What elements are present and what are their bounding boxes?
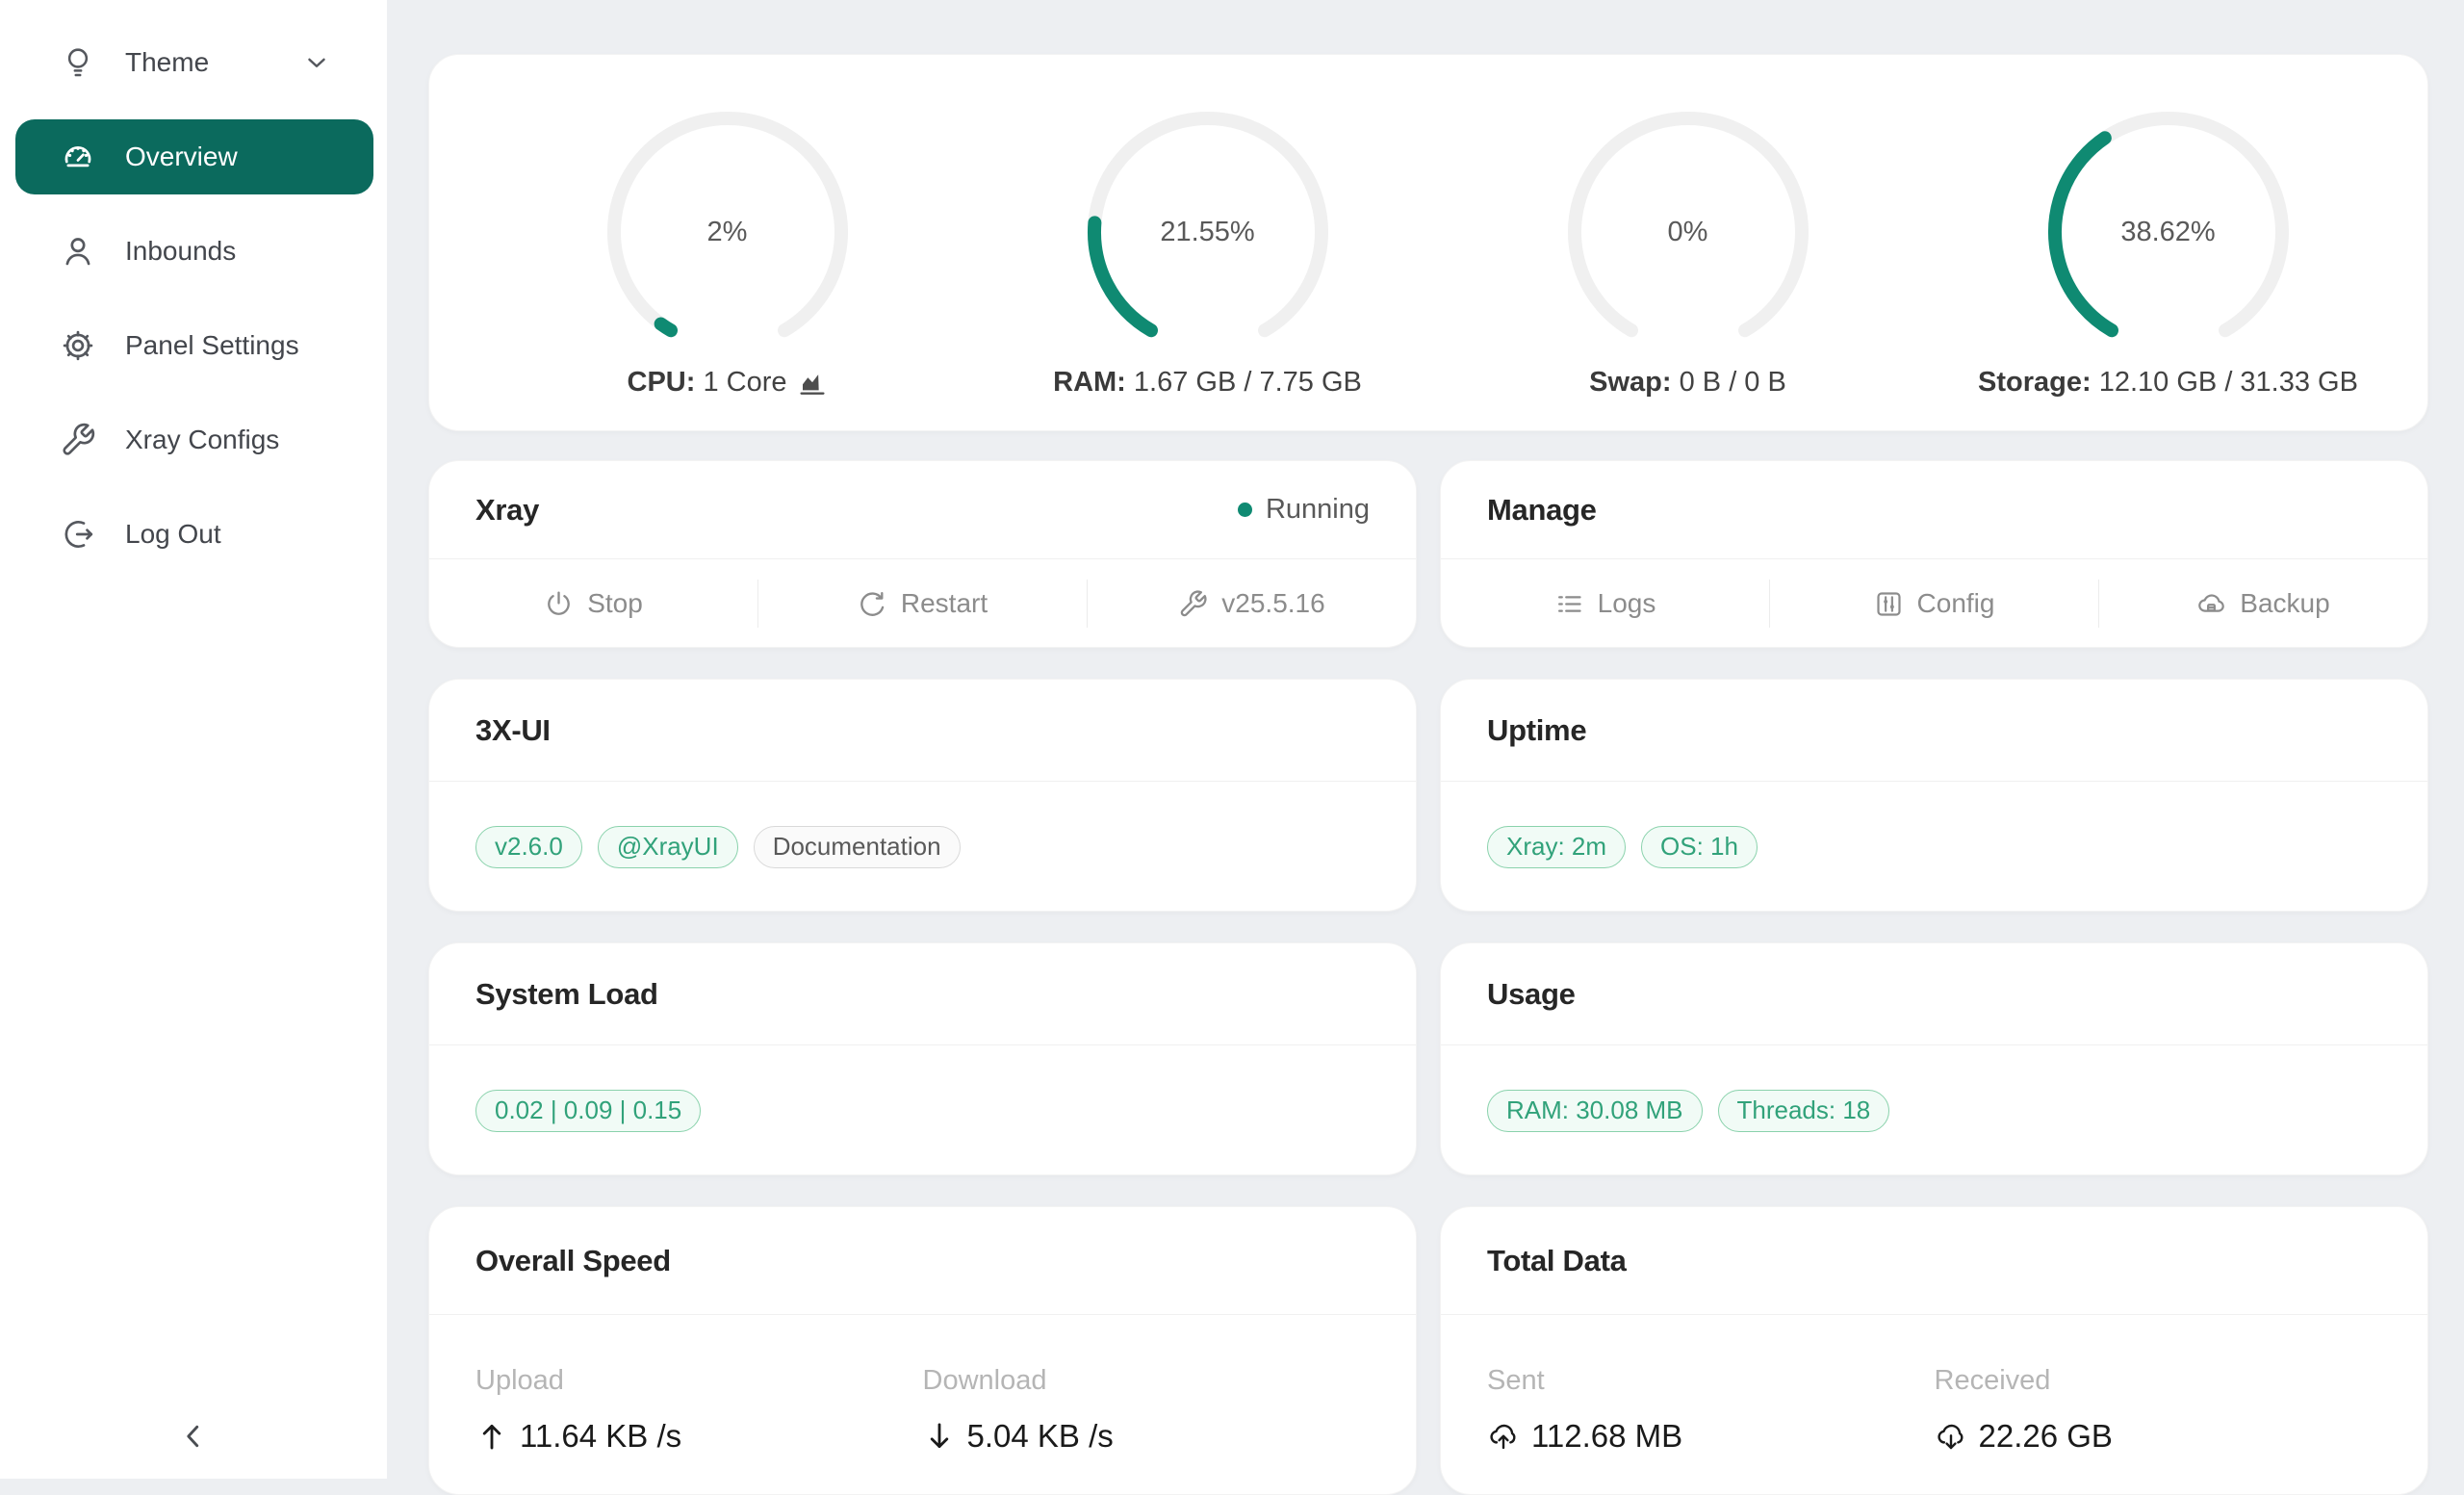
storage-label: Storage: 12.10 GB / 31.33 GB [1978,367,2358,399]
user-icon [60,233,96,270]
sidebar-nav: Theme Overview [0,25,387,572]
sidebar-collapse-button[interactable] [0,1419,387,1454]
ram-label: RAM: 1.67 GB / 7.75 GB [1053,367,1362,399]
sent-stat: Sent 112.68 MB [1487,1365,1935,1455]
load-average-badge: 0.02 | 0.09 | 0.15 [475,1090,701,1132]
gauge-cpu: 2% CPU: 1 Core [487,107,967,430]
ram-usage-badge: RAM: 30.08 MB [1487,1090,1703,1132]
sidebar-item-xray-configs[interactable]: Xray Configs [15,402,373,477]
status-label: Running [1266,494,1370,526]
logout-icon [60,516,96,553]
reload-icon [858,589,887,619]
received-stat: Received 22.26 GB [1935,1365,2382,1455]
system-gauges-card: 2% CPU: 1 Core 21.55% [428,54,2428,431]
card-title: Xray [475,493,539,528]
storage-percent: 38.62% [2043,107,2294,357]
sidebar-item-label: Overview [125,142,331,172]
stat-value: 22.26 GB [1979,1418,2113,1455]
status-dot-icon [1238,503,1252,517]
card-title: 3X-UI [475,713,551,748]
manage-logs-button[interactable]: Logs [1441,559,1769,648]
stat-label: Upload [475,1365,923,1397]
power-icon [544,589,574,619]
sidebar: Theme Overview [0,0,387,1479]
card-title: Overall Speed [475,1244,671,1278]
chevron-down-icon [302,48,331,77]
sidebar-item-label: Xray Configs [125,425,331,455]
sidebar-item-label: Log Out [125,519,331,550]
lightbulb-icon [60,44,96,81]
documentation-badge[interactable]: Documentation [754,826,961,868]
main-content: 2% CPU: 1 Core 21.55% [387,0,2464,1479]
cloud-upload-icon [1487,1420,1520,1453]
xray-version-button[interactable]: v25.5.16 [1088,559,1416,648]
stat-value: 5.04 KB /s [967,1418,1114,1455]
overall-speed-card: Overall Speed Upload 11.64 KB /s [428,1206,1417,1495]
gauge-ram: 21.55% RAM: 1.67 GB / 7.75 GB [967,107,1448,430]
xray-stop-button[interactable]: Stop [429,559,757,648]
xray-uptime-badge: Xray: 2m [1487,826,1626,868]
stat-label: Received [1935,1365,2382,1397]
download-stat: Download 5.04 KB /s [923,1365,1371,1455]
card-title: Total Data [1487,1244,1627,1278]
usage-card: Usage RAM: 30.08 MB Threads: 18 [1440,942,2428,1175]
upload-stat: Upload 11.64 KB /s [475,1365,923,1455]
cpu-percent: 2% [603,107,853,357]
cpu-gauge: 2% [603,107,853,357]
arrow-up-icon [475,1420,508,1453]
manage-config-button[interactable]: Config [1770,559,2098,648]
system-load-card: System Load 0.02 | 0.09 | 0.15 [428,942,1417,1175]
stat-label: Download [923,1365,1371,1397]
stat-label: Sent [1487,1365,1935,1397]
swap-percent: 0% [1563,107,1813,357]
manage-card: Manage Logs [1440,460,2428,648]
threads-badge: Threads: 18 [1718,1090,1890,1132]
list-icon [1554,589,1584,619]
xray-card: Xray Running Stop [428,460,1417,648]
uptime-card: Uptime Xray: 2m OS: 1h [1440,679,2428,912]
sidebar-item-label: Theme [125,47,273,78]
sidebar-item-panel-settings[interactable]: Panel Settings [15,308,373,383]
xray-restart-button[interactable]: Restart [758,559,1087,648]
cloud-download-icon [1935,1420,1967,1453]
xui-card: 3X-UI v2.6.0 @XrayUI Documentation [428,679,1417,912]
card-title: Uptime [1487,713,1586,748]
total-data-card: Total Data Sent 112.68 MB [1440,1206,2428,1495]
telegram-badge[interactable]: @XrayUI [598,826,738,868]
swap-label: Swap: 0 B / 0 B [1589,367,1786,399]
xray-status: Running [1238,494,1370,526]
swap-gauge: 0% [1563,107,1813,357]
chevron-left-icon [176,1419,211,1454]
wrench-icon [1178,589,1208,619]
card-title: Manage [1487,493,1597,528]
gauge-swap: 0% Swap: 0 B / 0 B [1448,107,1928,430]
cloud-server-icon [2196,589,2226,619]
cpu-label: CPU: 1 Core [628,367,828,399]
arrow-down-icon [923,1420,956,1453]
os-uptime-badge: OS: 1h [1641,826,1758,868]
version-badge[interactable]: v2.6.0 [475,826,582,868]
stat-value: 112.68 MB [1531,1418,1682,1455]
wrench-icon [60,422,96,458]
gauge-storage: 38.62% Storage: 12.10 GB / 31.33 GB [1928,107,2408,430]
card-title: Usage [1487,977,1576,1012]
cpu-history-chart-icon[interactable] [797,368,828,399]
sidebar-item-label: Inbounds [125,236,331,267]
sidebar-item-theme[interactable]: Theme [15,25,373,100]
sidebar-item-inbounds[interactable]: Inbounds [15,214,373,289]
speedometer-icon [60,139,96,175]
card-title: System Load [475,977,658,1012]
sliders-icon [1874,589,1904,619]
sidebar-item-log-out[interactable]: Log Out [15,497,373,572]
stat-value: 11.64 KB /s [520,1418,681,1455]
ram-percent: 21.55% [1083,107,1333,357]
sidebar-item-overview[interactable]: Overview [15,119,373,194]
sidebar-item-label: Panel Settings [125,330,331,361]
ram-gauge: 21.55% [1083,107,1333,357]
manage-backup-button[interactable]: Backup [2099,559,2427,648]
gear-icon [60,327,96,364]
storage-gauge: 38.62% [2043,107,2294,357]
